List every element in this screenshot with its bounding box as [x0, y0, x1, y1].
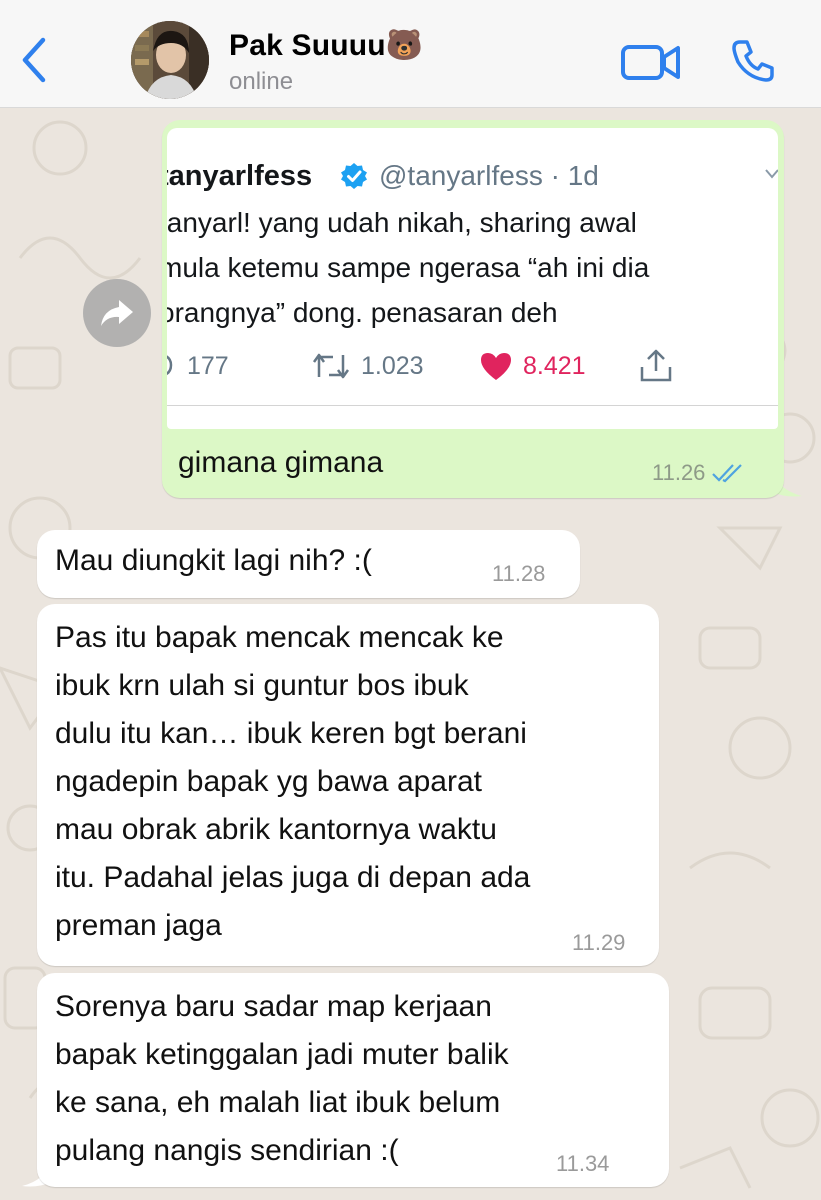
- message-line: pulang nangis sendirian :(: [55, 1134, 399, 1167]
- tweet-action-bar: 177 1.023 8.421: [167, 346, 778, 386]
- back-button[interactable]: [14, 34, 54, 86]
- tweet-reply: 177: [167, 346, 229, 386]
- avatar-photo: [131, 21, 209, 99]
- incoming-message-text: Sorenya baru sadar map kerjaan bapak ket…: [55, 983, 509, 1175]
- verified-badge-icon: [341, 163, 367, 189]
- outgoing-message-time: 11.26: [652, 460, 745, 486]
- share-icon: [640, 349, 672, 382]
- message-time: 11.26: [652, 460, 706, 485]
- contact-status: online: [229, 68, 294, 95]
- tweet-like: 8.421: [479, 346, 586, 386]
- tweet-text-line: orangnya” dong. penasaran deh: [167, 297, 558, 328]
- message-line: Sorenya baru sadar map kerjaan: [55, 990, 492, 1023]
- reply-bubble-icon: [167, 355, 173, 376]
- message-line: itu. Padahal jelas juga di depan ada: [55, 861, 531, 894]
- heart-icon: [481, 353, 511, 380]
- forward-arrow-icon: [101, 300, 133, 326]
- tweet-share: [639, 346, 683, 386]
- tweet-text-line: mula ketemu sampe ngerasa “ah ini dia: [167, 252, 650, 283]
- incoming-message-bubble[interactable]: Pas itu bapak mencak mencak ke ibuk krn …: [37, 604, 659, 966]
- tweet-text-line: tanyarl! yang udah nikah, sharing awal: [167, 207, 637, 238]
- contact-avatar[interactable]: [131, 21, 209, 99]
- video-call-button[interactable]: [620, 40, 682, 84]
- outgoing-message-text: gimana gimana: [178, 446, 384, 479]
- message-line: preman jaga: [55, 909, 222, 942]
- reply-count: 177: [187, 351, 229, 380]
- tweet-divider: [167, 405, 778, 406]
- phone-icon: [732, 40, 774, 82]
- forward-button[interactable]: [83, 279, 151, 347]
- message-time: 11.34: [556, 1151, 610, 1176]
- retweet-icon: [312, 353, 350, 379]
- chat-header: Pak Suuuu🐻 online: [0, 0, 821, 108]
- retweet-count: 1.023: [361, 351, 424, 380]
- double-check-icon: [712, 464, 743, 483]
- chevron-left-icon: [22, 37, 46, 83]
- message-line: mau obrak abrik kantornya waktu: [55, 813, 497, 846]
- message-line: bapak ketinggalan jadi muter balik: [55, 1038, 509, 1071]
- message-line: dulu itu kan… ibuk keren bgt berani: [55, 717, 527, 750]
- tweet-author-name: tanyarlfess: [167, 160, 313, 192]
- incoming-message-bubble[interactable]: Sorenya baru sadar map kerjaan bapak ket…: [37, 973, 669, 1187]
- chevron-down-icon: [765, 169, 778, 179]
- message-time: 11.28: [492, 561, 546, 586]
- incoming-message-bubble[interactable]: Mau diungkit lagi nih? :( 11.28: [37, 530, 580, 598]
- tweet-handle: @tanyarlfess · 1d: [379, 160, 599, 191]
- tweet-text: tanyarl! yang udah nikah, sharing awal m…: [167, 200, 778, 335]
- tweet-screenshot-image[interactable]: tanyarlfess @tanyarlfess · 1d tanyarl! y…: [167, 128, 778, 429]
- message-line: ibuk krn ulah si guntur bos ibuk: [55, 669, 469, 702]
- voice-call-button[interactable]: [730, 38, 776, 84]
- message-line: ngadepin bapak yg bawa aparat: [55, 765, 483, 798]
- like-count: 8.421: [523, 351, 586, 380]
- video-camera-icon: [621, 45, 680, 80]
- message-line: Pas itu bapak mencak mencak ke: [55, 621, 504, 654]
- tweet-retweet: 1.023: [311, 346, 424, 386]
- message-line: ke sana, eh malah liat ibuk belum: [55, 1086, 501, 1119]
- contact-name[interactable]: Pak Suuuu🐻: [229, 28, 423, 63]
- message-time: 11.29: [572, 930, 626, 955]
- incoming-message-text: Mau diungkit lagi nih? :(: [55, 544, 372, 577]
- incoming-message-text: Pas itu bapak mencak mencak ke ibuk krn …: [55, 614, 530, 950]
